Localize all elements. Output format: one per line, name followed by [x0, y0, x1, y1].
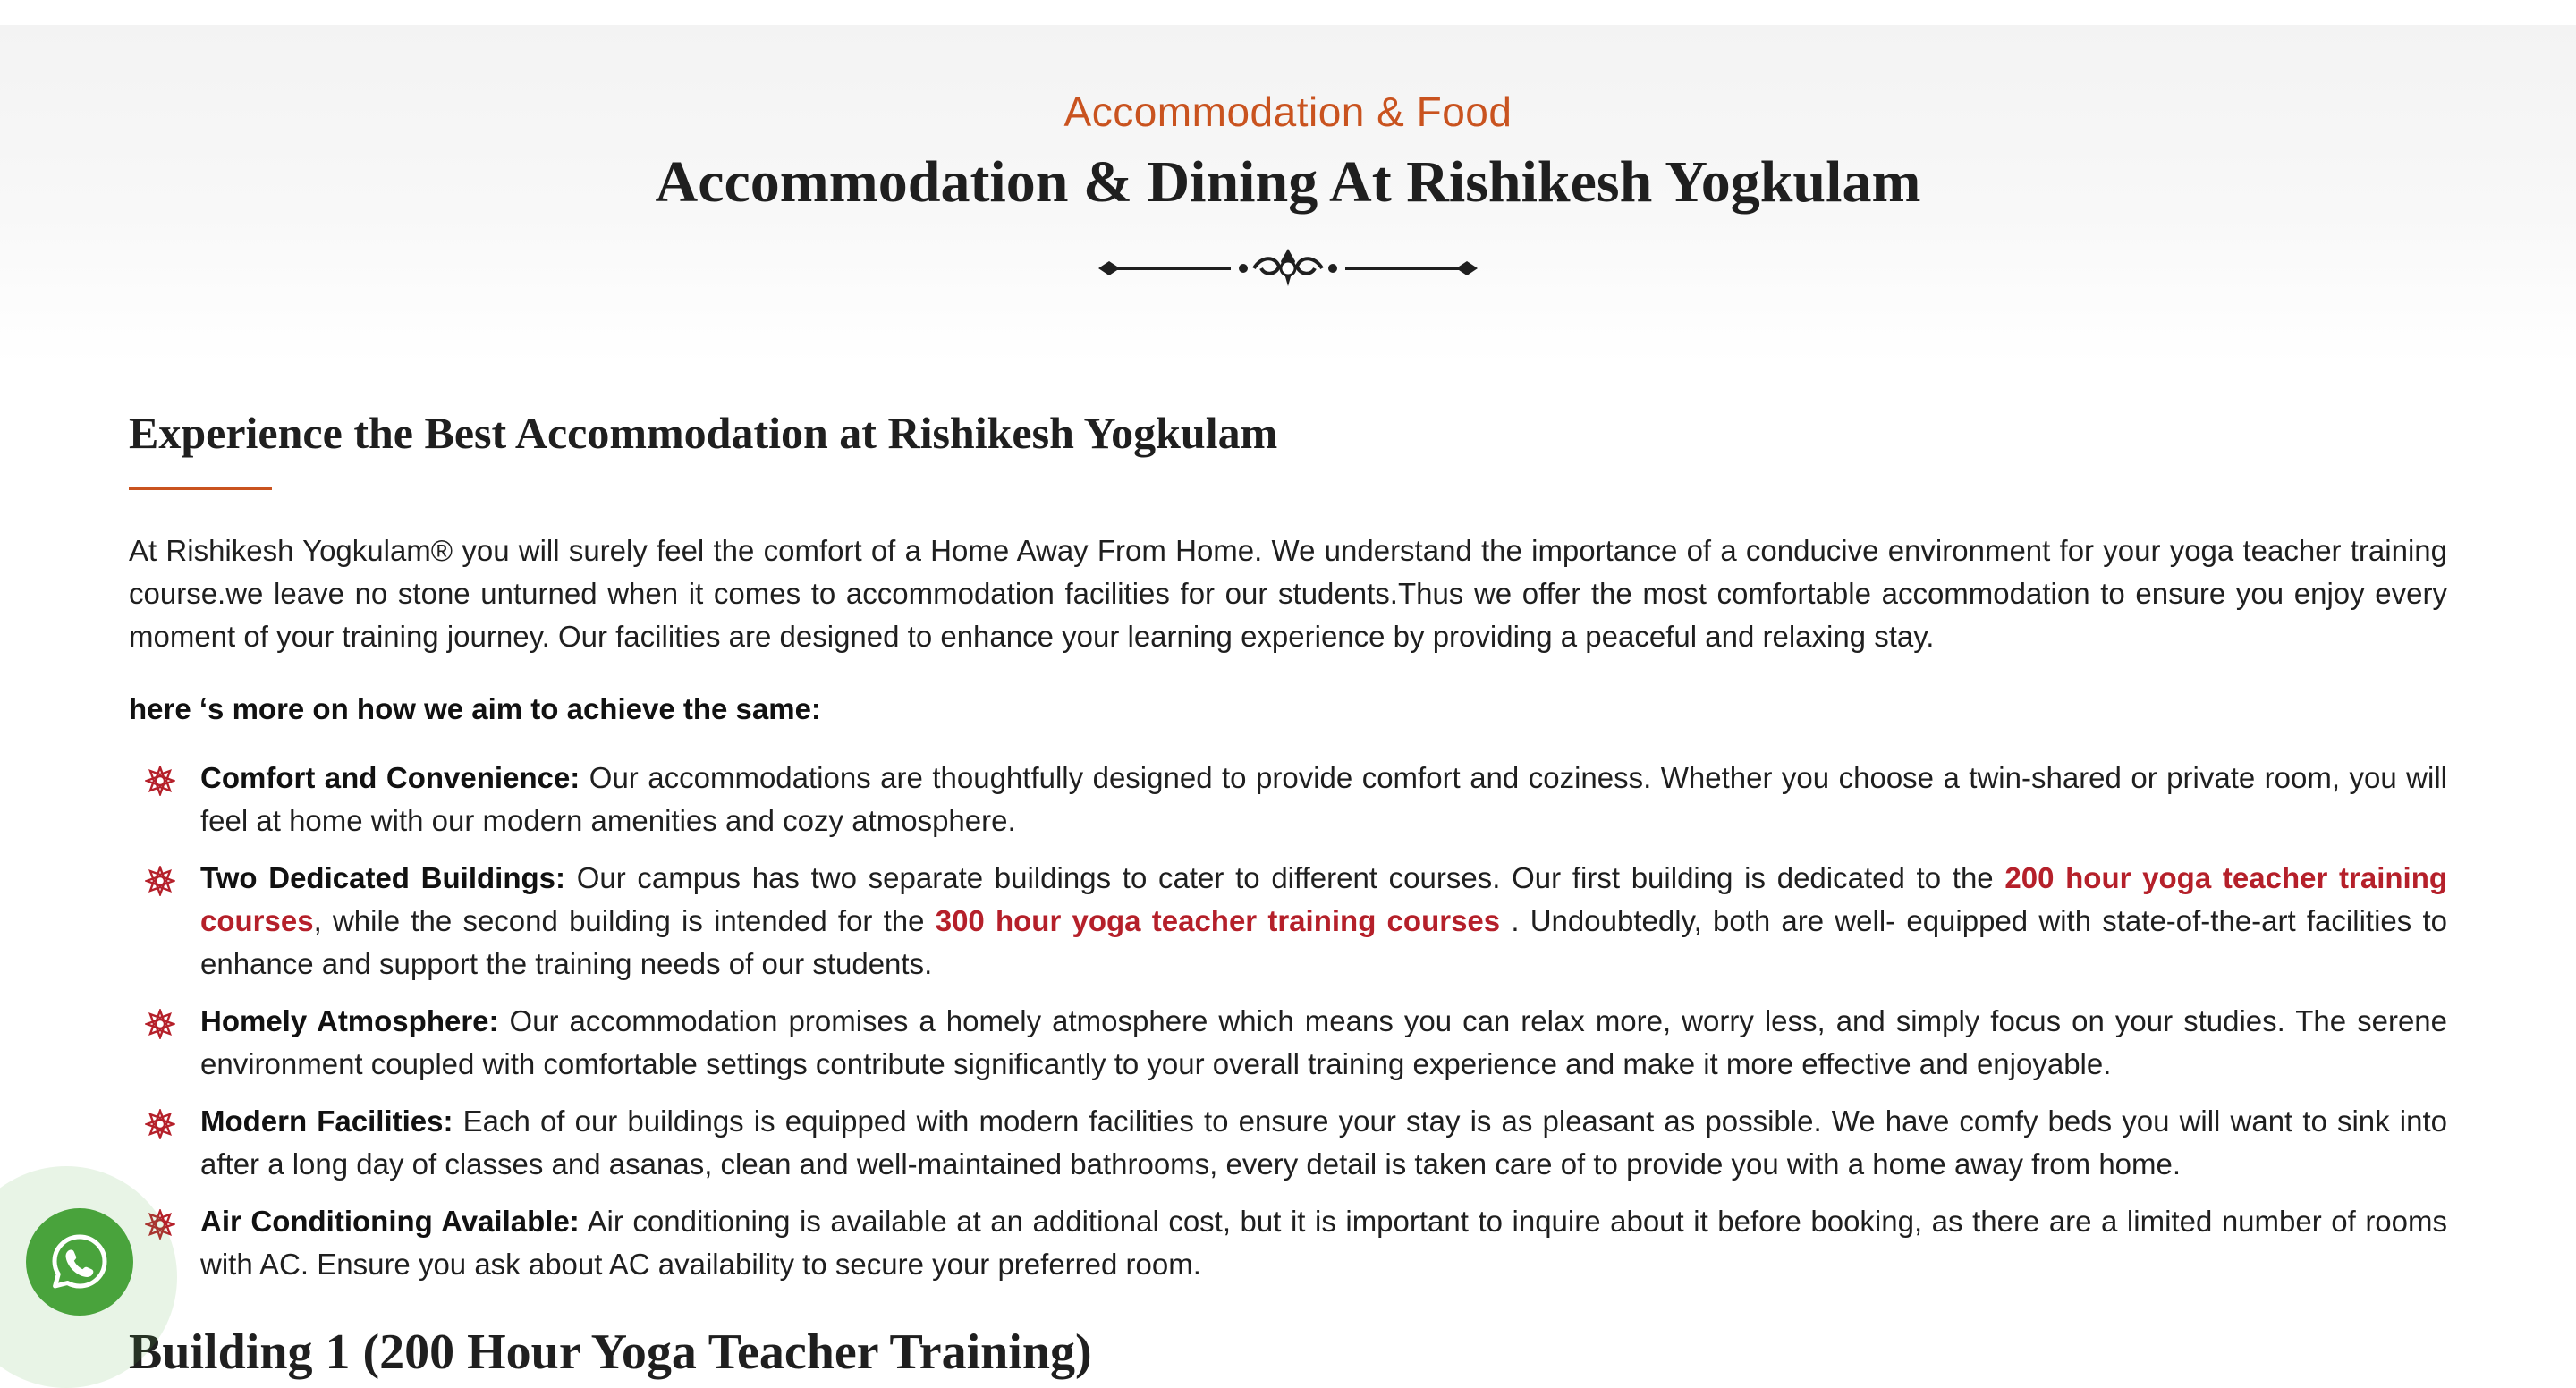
section-eyebrow: Accommodation & Food [1063, 89, 1513, 135]
whatsapp-icon [52, 1234, 107, 1289]
lead-text: here ‘s more on how we aim to achieve th… [129, 692, 821, 725]
mandala-icon [145, 766, 175, 796]
top-bar [0, 0, 2576, 25]
feature-text: Our accommodation promises a homely atmo… [200, 1004, 2448, 1080]
mandala-icon [145, 866, 175, 896]
title-underline [129, 487, 272, 490]
feature-title: Homely Atmosphere: [200, 1004, 499, 1037]
list-item: Two Dedicated Buildings: Our campus has … [129, 857, 2447, 986]
300-hour-course-link[interactable]: 300 hour yoga teacher training courses [936, 904, 1500, 937]
ornament-divider-icon [1098, 249, 1478, 286]
intro-paragraph: At Rishikesh Yogkulam® you will surely f… [129, 534, 2447, 653]
feature-text: Each of our buildings is equipped with m… [200, 1104, 2447, 1181]
building-1-heading: Building 1 (200 Hour Yoga Teacher Traini… [129, 1325, 1092, 1380]
feature-title: Two Dedicated Buildings: [200, 861, 565, 894]
list-item: Modern Facilities: Each of our buildings… [129, 1100, 2447, 1186]
list-item: Air Conditioning Available: Air conditio… [129, 1200, 2447, 1286]
feature-title: Modern Facilities: [200, 1104, 453, 1138]
feature-text: Our campus has two separate buildings to… [565, 861, 2005, 894]
feature-title: Comfort and Convenience: [200, 761, 580, 794]
mandala-icon [145, 1109, 175, 1139]
feature-title: Air Conditioning Available: [200, 1205, 580, 1238]
list-item: Homely Atmosphere: Our accommodation pro… [129, 1000, 2447, 1086]
feature-text: , while the second building is intended … [313, 904, 936, 937]
page-title: Accommodation & Dining At Rishikesh Yogk… [655, 149, 1921, 215]
mandala-icon [145, 1009, 175, 1039]
features-list: Comfort and Convenience: Our accommodati… [129, 757, 2447, 1300]
section-title: Experience the Best Accommodation at Ris… [129, 408, 1278, 458]
list-item: Comfort and Convenience: Our accommodati… [129, 757, 2447, 842]
whatsapp-chat-button[interactable] [26, 1208, 133, 1316]
